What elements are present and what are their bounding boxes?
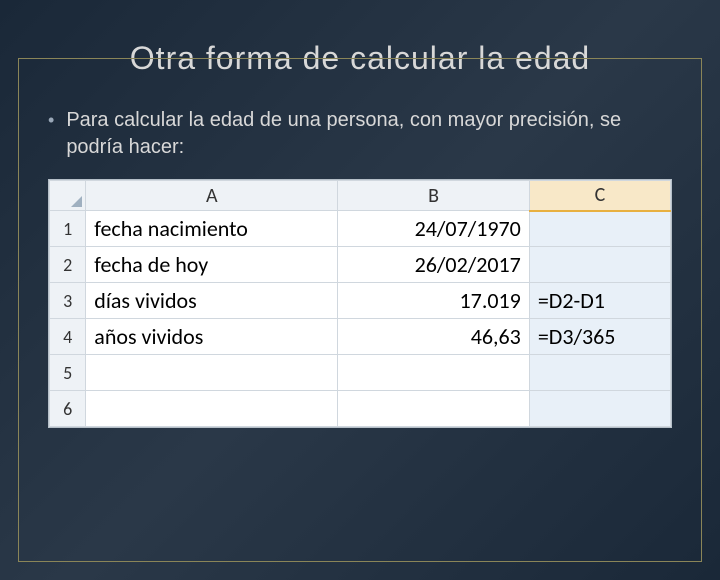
select-all-corner[interactable] [50, 181, 86, 211]
slide-frame [18, 58, 702, 562]
